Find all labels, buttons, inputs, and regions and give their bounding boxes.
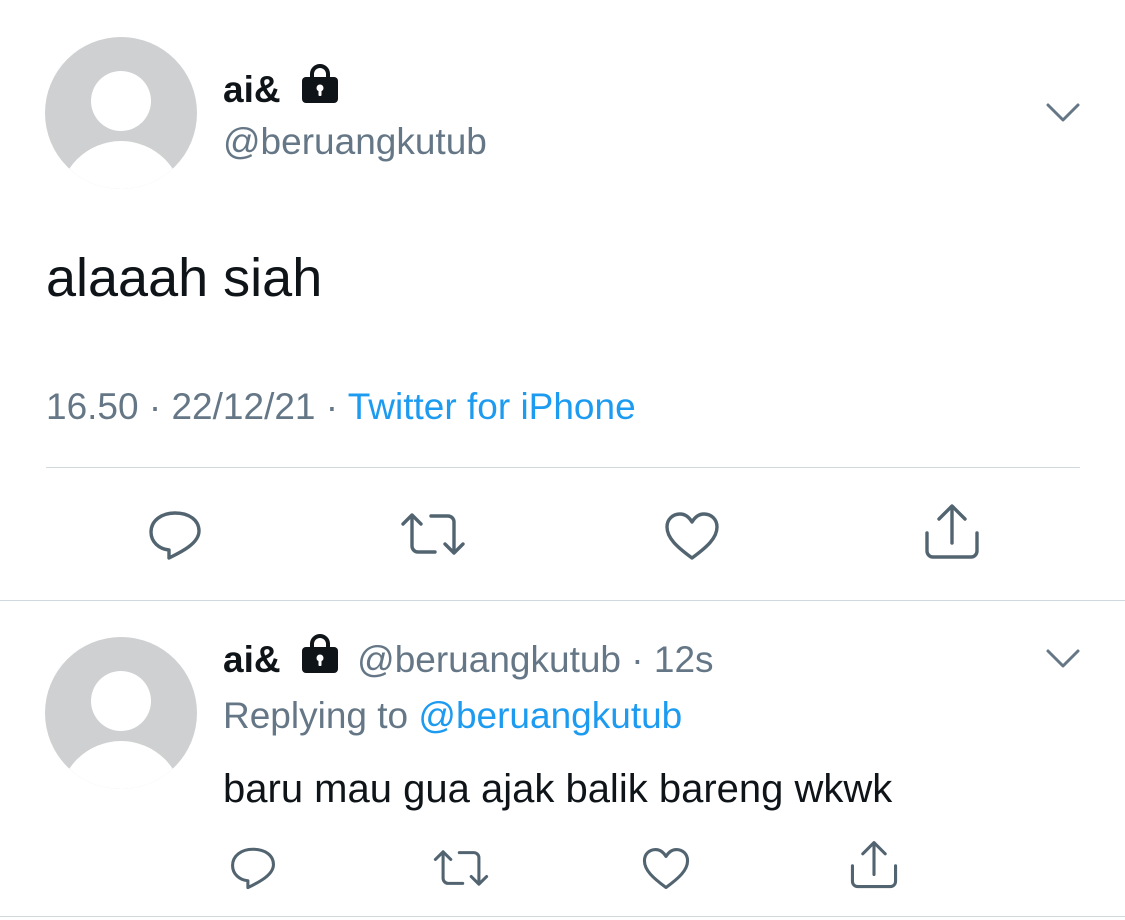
- heart-icon: [665, 512, 719, 560]
- meta-separator: ·: [631, 639, 644, 680]
- share-icon: [850, 841, 898, 889]
- tweet-source-link[interactable]: Twitter for iPhone: [348, 386, 636, 427]
- reply-icon: [231, 847, 275, 890]
- replying-to-handle[interactable]: @beruangkutub: [418, 695, 682, 736]
- divider: [0, 600, 1125, 601]
- retweet-icon: [401, 513, 465, 555]
- avatar-head: [91, 671, 151, 731]
- retweet-button[interactable]: [432, 847, 490, 894]
- tweet-meta: 16.50 · 22/12/21 · Twitter for iPhone: [46, 382, 636, 432]
- tweet-age: 12s: [653, 639, 714, 680]
- author-name-row[interactable]: ai&: [223, 64, 341, 112]
- avatar-head: [91, 71, 151, 131]
- divider: [0, 916, 1125, 917]
- like-button[interactable]: [663, 510, 721, 567]
- heart-icon: [642, 847, 690, 890]
- lock-icon: [299, 64, 341, 116]
- display-name[interactable]: ai&: [223, 639, 281, 680]
- tweet-text: alaaah siah: [46, 248, 323, 308]
- tweet-time: 16.50: [46, 386, 139, 427]
- replying-to-label: Replying to: [223, 695, 409, 736]
- reply-text: baru mau gua ajak balik bareng wkwk: [223, 767, 893, 811]
- avatar[interactable]: [45, 37, 197, 189]
- meta-separator: ·: [325, 386, 339, 427]
- reply-button[interactable]: [147, 508, 203, 567]
- author-handle[interactable]: @beruangkutub: [223, 118, 487, 166]
- share-button[interactable]: [922, 503, 982, 566]
- reply-icon: [149, 511, 201, 560]
- divider: [46, 467, 1080, 468]
- retweet-icon: [433, 850, 489, 886]
- reply-header-row: ai& @beruangkutub · 12s: [223, 634, 714, 686]
- like-button[interactable]: [641, 846, 691, 896]
- share-button[interactable]: [848, 840, 900, 895]
- lock-icon: [299, 634, 341, 686]
- chevron-down-icon[interactable]: [1043, 642, 1083, 677]
- avatar-body: [59, 141, 183, 189]
- avatar-body: [59, 741, 183, 789]
- replying-to-row: Replying to @beruangkutub: [223, 692, 682, 740]
- display-name: ai&: [223, 69, 281, 110]
- meta-separator: ·: [148, 386, 162, 427]
- reply-button[interactable]: [229, 845, 277, 896]
- retweet-button[interactable]: [399, 510, 467, 563]
- author-handle[interactable]: @beruangkutub: [357, 639, 621, 680]
- chevron-down-icon[interactable]: [1043, 96, 1083, 131]
- avatar[interactable]: [45, 637, 197, 789]
- tweet-date: 22/12/21: [171, 386, 316, 427]
- share-icon: [925, 504, 979, 559]
